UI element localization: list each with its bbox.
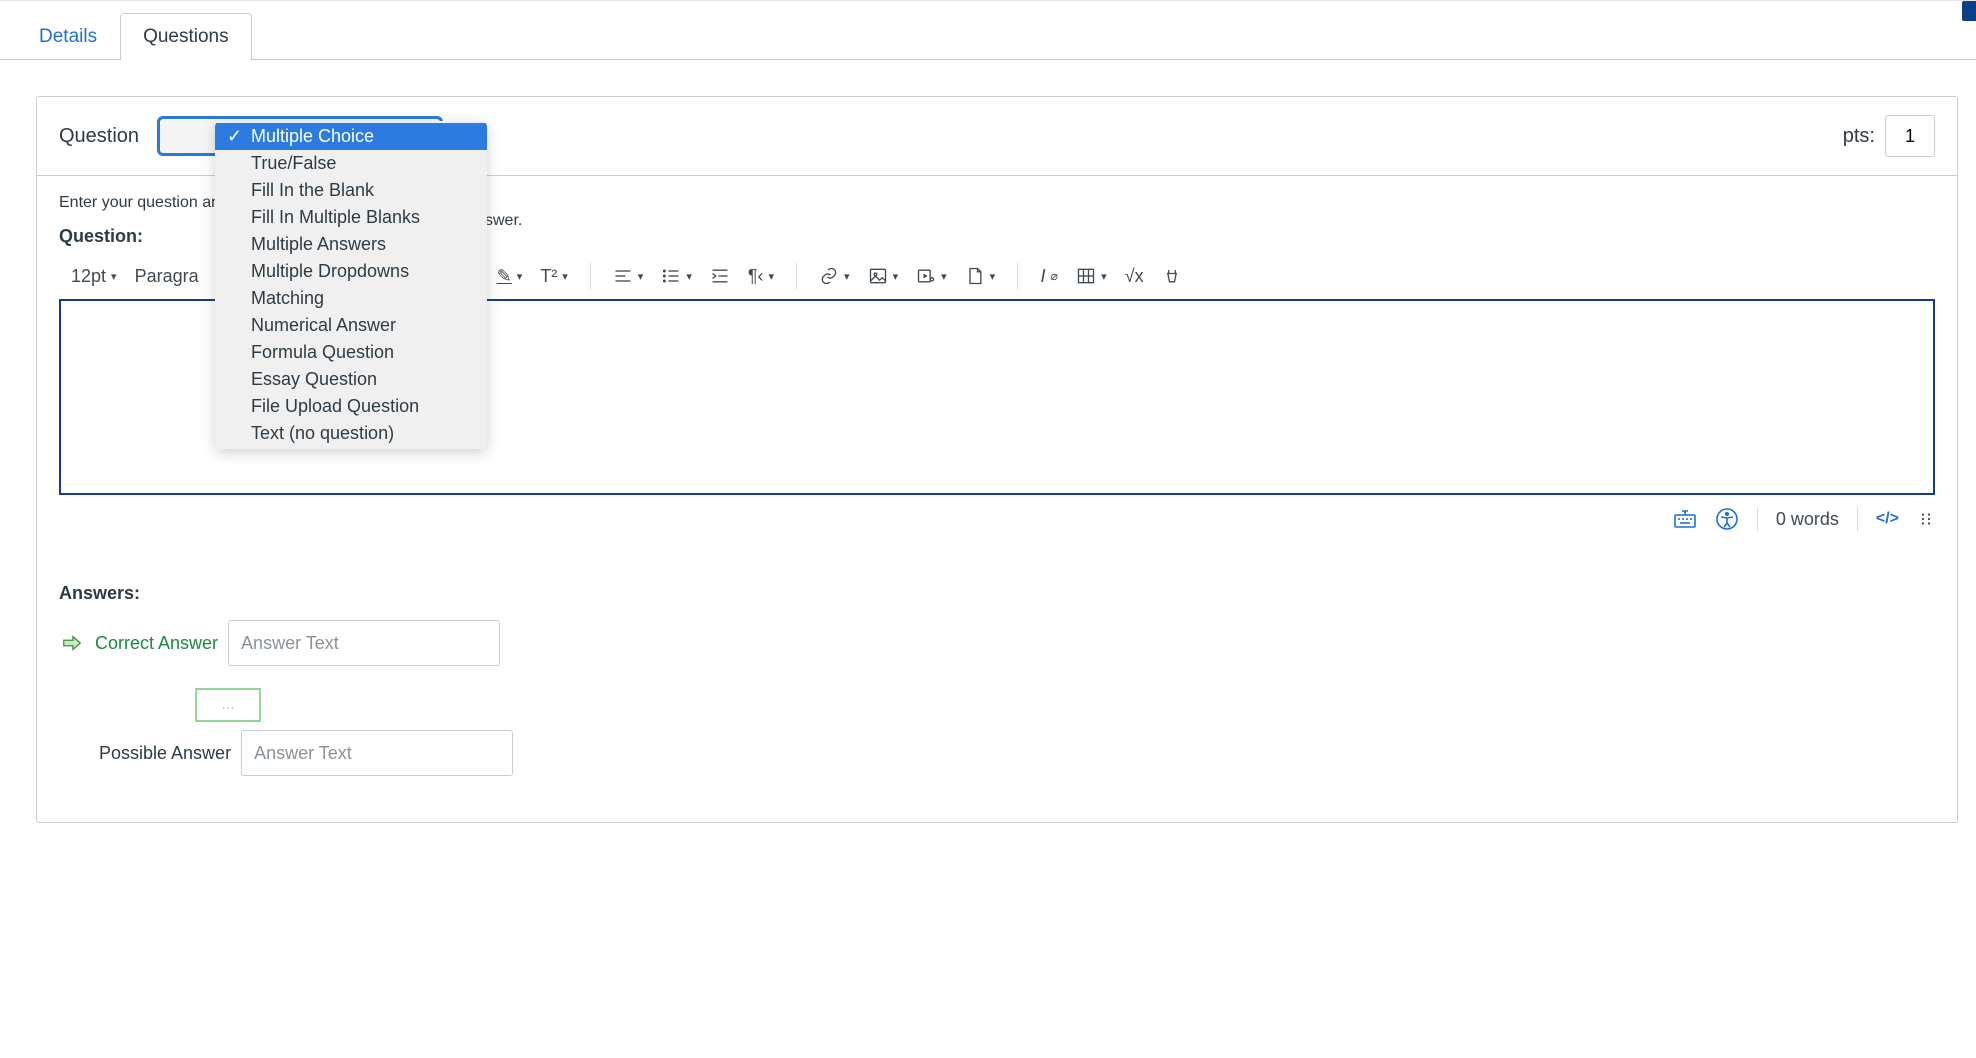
toolbar-separator (1017, 263, 1018, 289)
text-direction-button[interactable]: ¶‹▾ (744, 265, 778, 287)
answers-section-label: Answers: (59, 583, 1935, 604)
type-option-multiple-choice[interactable]: Multiple Choice (215, 123, 487, 150)
footer-divider (1757, 507, 1758, 531)
type-option-multiple-answers[interactable]: Multiple Answers (215, 231, 487, 258)
correct-answer-label: Correct Answer (95, 633, 218, 654)
question-name-field[interactable]: Question (59, 125, 139, 148)
type-option-true-false[interactable]: True/False (215, 150, 487, 177)
clear-format-button[interactable]: I⌀ (1036, 265, 1062, 287)
instruction-text-fragment: swer. (485, 212, 522, 230)
media-button[interactable]: ▾ (912, 264, 951, 288)
type-option-multiple-dropdowns[interactable]: Multiple Dropdowns (215, 258, 487, 285)
answer-comment-toggle[interactable]: ... (195, 688, 261, 722)
tab-details[interactable]: Details (16, 13, 120, 60)
tab-questions[interactable]: Questions (120, 13, 252, 60)
more-options-icon[interactable] (1917, 510, 1935, 528)
type-option-text-no-question[interactable]: Text (no question) (215, 420, 487, 447)
tabs-bar: Details Questions (0, 5, 1976, 60)
footer-divider (1857, 507, 1858, 531)
correct-answer-arrow-icon (59, 632, 85, 654)
type-option-essay-question[interactable]: Essay Question (215, 366, 487, 393)
table-button[interactable]: ▾ (1072, 264, 1111, 288)
link-button[interactable]: ▾ (815, 264, 854, 288)
superscript-button[interactable]: T²▾ (536, 265, 572, 287)
points-input[interactable] (1885, 115, 1935, 157)
possible-answer-label: Possible Answer (99, 743, 231, 764)
embed-button[interactable] (1158, 264, 1186, 288)
answer-input-1[interactable] (228, 620, 500, 666)
toolbar-separator (796, 263, 797, 289)
type-option-matching[interactable]: Matching (215, 285, 487, 312)
align-button[interactable]: ▾ (609, 264, 648, 288)
list-button[interactable]: ▾ (657, 264, 696, 288)
font-size-dropdown[interactable]: 12pt▾ (67, 264, 121, 289)
toolbar-separator (590, 263, 591, 289)
type-option-formula-question[interactable]: Formula Question (215, 339, 487, 366)
type-option-numerical-answer[interactable]: Numerical Answer (215, 312, 487, 339)
indent-button[interactable] (706, 264, 734, 288)
word-count: 0 words (1776, 509, 1839, 530)
type-option-fill-multiple-blanks[interactable]: Fill In Multiple Blanks (215, 204, 487, 231)
equation-button[interactable]: √x (1121, 265, 1148, 287)
image-button[interactable]: ▾ (864, 264, 903, 288)
html-editor-toggle[interactable]: </> (1876, 510, 1899, 528)
question-type-dropdown-menu: Multiple Choice True/False Fill In the B… (215, 121, 487, 449)
keyboard-icon[interactable] (1673, 507, 1697, 531)
highlight-button[interactable]: ✎▾ (493, 265, 527, 287)
type-option-fill-blank[interactable]: Fill In the Blank (215, 177, 487, 204)
document-button[interactable]: ▾ (961, 264, 1000, 288)
type-option-file-upload[interactable]: File Upload Question (215, 393, 487, 420)
accessibility-icon[interactable] (1715, 507, 1739, 531)
paragraph-dropdown[interactable]: Paragra (131, 264, 203, 289)
answer-input-2[interactable] (241, 730, 513, 776)
points-label: pts: (1843, 125, 1875, 148)
